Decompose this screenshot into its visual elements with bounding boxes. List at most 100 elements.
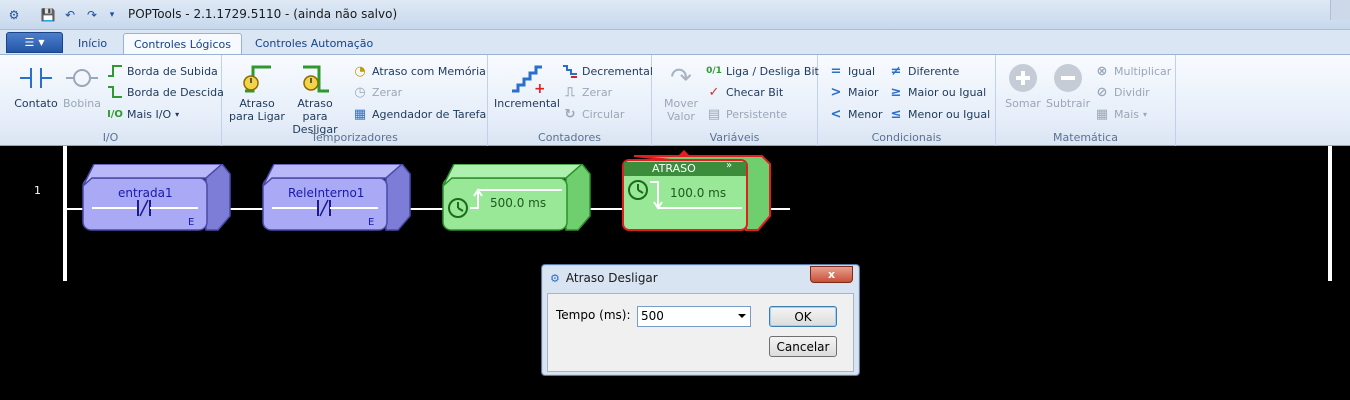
decremental-button[interactable]: Decremental	[562, 63, 653, 79]
calendar-icon: ▦	[353, 106, 367, 122]
save-icon[interactable]: 💾	[40, 7, 56, 23]
group-label-io: I/O	[102, 131, 119, 144]
somar-button[interactable]: Somar	[1002, 61, 1044, 110]
window-control-button[interactable]	[1330, 0, 1350, 20]
atraso-ligar-button[interactable]: Atraso para Ligar	[228, 61, 286, 123]
io-icon: I/O	[107, 108, 123, 120]
cancelar-button[interactable]: Cancelar	[769, 336, 837, 357]
ok-button[interactable]: OK	[769, 306, 837, 327]
dividir-button[interactable]: ⊘ Dividir	[1094, 84, 1150, 100]
incremental-button[interactable]: + Incremental	[494, 61, 560, 110]
dialog-title: Atraso Desligar	[565, 271, 658, 285]
timer-off-icon	[298, 61, 332, 95]
dialog-body: Tempo (ms): 500 OK Cancelar	[547, 293, 854, 372]
bobina-button[interactable]: Bobina	[60, 61, 104, 110]
diferente-button[interactable]: ≠ Diferente	[888, 63, 960, 79]
rising-edge-icon	[107, 63, 123, 79]
app-icon: ⚙	[550, 271, 560, 285]
atraso-desligar-button[interactable]: Atraso para Desligar	[284, 61, 346, 136]
less-equal-icon: ≤	[890, 106, 902, 122]
less-icon: <	[830, 106, 842, 122]
menu-icon: ☰	[24, 36, 35, 49]
chevron-down-icon[interactable]	[738, 314, 746, 318]
timer-header: ATRASO	[652, 162, 696, 175]
tempo-label: Tempo (ms):	[556, 308, 631, 322]
quick-access-dropdown-icon[interactable]: ▾	[104, 7, 120, 23]
group-contadores: + Incremental Decremental ⎍ Zerar ↻ Circ…	[488, 55, 653, 147]
reset-timer-icon: ◷	[354, 84, 366, 100]
plus-circle-icon	[1006, 61, 1040, 95]
tab-controles-logicos[interactable]: Controles Lógicos	[123, 33, 242, 54]
contato-button[interactable]: Contato	[12, 61, 60, 110]
counter-up-icon: +	[510, 61, 544, 95]
circular-icon: ↻	[564, 106, 576, 122]
redo-icon[interactable]: ↷	[84, 7, 100, 23]
persistente-button[interactable]: ▤ Persistente	[706, 106, 787, 122]
zerar-timer-button[interactable]: ◷ Zerar	[352, 84, 402, 100]
window-title: POPTools - 2.1.1729.5110 - (ainda não sa…	[128, 7, 398, 21]
timer-block[interactable]: 500.0 ms	[442, 164, 592, 232]
tab-inicio[interactable]: Início	[68, 33, 117, 54]
borda-subida-button[interactable]: Borda de Subida	[107, 63, 218, 79]
contact-block-releinterno1[interactable]: ReleInterno1 E	[262, 164, 412, 232]
close-button[interactable]: x	[810, 266, 853, 283]
svg-text:+: +	[534, 81, 544, 93]
menor-button[interactable]: < Menor	[828, 106, 883, 122]
undo-icon[interactable]: ↶	[62, 7, 78, 23]
chevron-down-icon: ▾	[1143, 109, 1148, 119]
contact-tag: E	[188, 217, 195, 228]
rung-number: 1	[34, 184, 41, 197]
contact-name: entrada1	[118, 186, 173, 200]
tab-controles-automacao[interactable]: Controles Automação	[245, 33, 383, 54]
agendador-button[interactable]: ▦ Agendador de Tarefa	[352, 106, 486, 122]
igual-button[interactable]: = Igual	[828, 63, 875, 79]
move-value-icon: ↷	[670, 62, 692, 93]
chevron-down-icon: ▼	[38, 38, 45, 47]
atraso-desligar-dialog: ⚙ Atraso Desligar x Tempo (ms): 500 OK C…	[541, 264, 860, 376]
mais-io-button[interactable]: I/O Mais I/O ▾	[107, 106, 179, 122]
multiply-icon: ⊗	[1096, 63, 1108, 79]
ribbon: Contato Bobina Borda de Subida Borda de …	[0, 54, 1350, 147]
app-icon[interactable]: ⚙	[6, 7, 22, 23]
group-matematica: Somar Subtrair ⊗ Multiplicar ⊘ Dividir ▦…	[996, 55, 1176, 147]
tempo-value: 500	[641, 309, 664, 323]
group-label-variaveis: Variáveis	[709, 131, 760, 144]
chevron-down-icon: ▾	[175, 109, 180, 119]
group-variaveis: ↷ Mover Valor 0/1 Liga / Desliga Bit ✓ C…	[652, 55, 819, 147]
multiplicar-button[interactable]: ⊗ Multiplicar	[1094, 63, 1172, 79]
liga-desliga-bit-button[interactable]: 0/1 Liga / Desliga Bit	[706, 63, 819, 79]
timer-memory-icon: ◔	[354, 63, 366, 79]
group-label-condicionais: Condicionais	[871, 131, 942, 144]
equal-icon: =	[830, 63, 842, 79]
zerar-contador-button[interactable]: ⎍ Zerar	[562, 84, 612, 100]
mais-matematica-button[interactable]: ▦ Mais ▾	[1094, 106, 1147, 122]
divide-icon: ⊘	[1096, 84, 1108, 100]
expand-chevron-icon[interactable]: »	[726, 160, 732, 171]
greater-equal-icon: ≥	[890, 84, 902, 100]
subtrair-button[interactable]: Subtrair	[1046, 61, 1090, 110]
contact-name: ReleInterno1	[288, 186, 365, 200]
mover-valor-button[interactable]: ↷ Mover Valor	[656, 61, 706, 124]
contact-block-entrada1[interactable]: entrada1 E	[82, 164, 232, 232]
group-label-temporizadores: Temporizadores	[311, 131, 398, 144]
timer-time: 500.0 ms	[490, 196, 547, 210]
check-bit-icon: ✓	[708, 84, 720, 100]
group-condicionais: = Igual > Maior < Menor ≠ Diferente ≥ Ma…	[818, 55, 996, 147]
maior-button[interactable]: > Maior	[828, 84, 879, 100]
menor-igual-button[interactable]: ≤ Menor ou Igual	[888, 106, 991, 122]
toggle-bit-icon: 0/1	[706, 66, 722, 76]
grid-icon: ▦	[1095, 106, 1109, 122]
contact-icon	[19, 61, 53, 95]
group-temporizadores: Atraso para Ligar Atraso para Desligar ◔…	[222, 55, 488, 147]
borda-descida-button[interactable]: Borda de Descida	[107, 84, 224, 100]
tempo-combobox[interactable]: 500	[637, 306, 751, 327]
timer-block-atraso-selected[interactable]: ATRASO » 100.0 ms	[622, 150, 772, 232]
checar-bit-button[interactable]: ✓ Checar Bit	[706, 84, 784, 100]
maior-igual-button[interactable]: ≥ Maior ou Igual	[888, 84, 987, 100]
atraso-memoria-button[interactable]: ◔ Atraso com Memória	[352, 63, 486, 79]
group-label-matematica: Matemática	[1053, 131, 1118, 144]
circular-button[interactable]: ↻ Circular	[562, 106, 625, 122]
not-equal-icon: ≠	[890, 63, 902, 79]
application-menu-button[interactable]: ☰ ▼	[6, 32, 63, 53]
counter-down-icon	[562, 63, 578, 79]
